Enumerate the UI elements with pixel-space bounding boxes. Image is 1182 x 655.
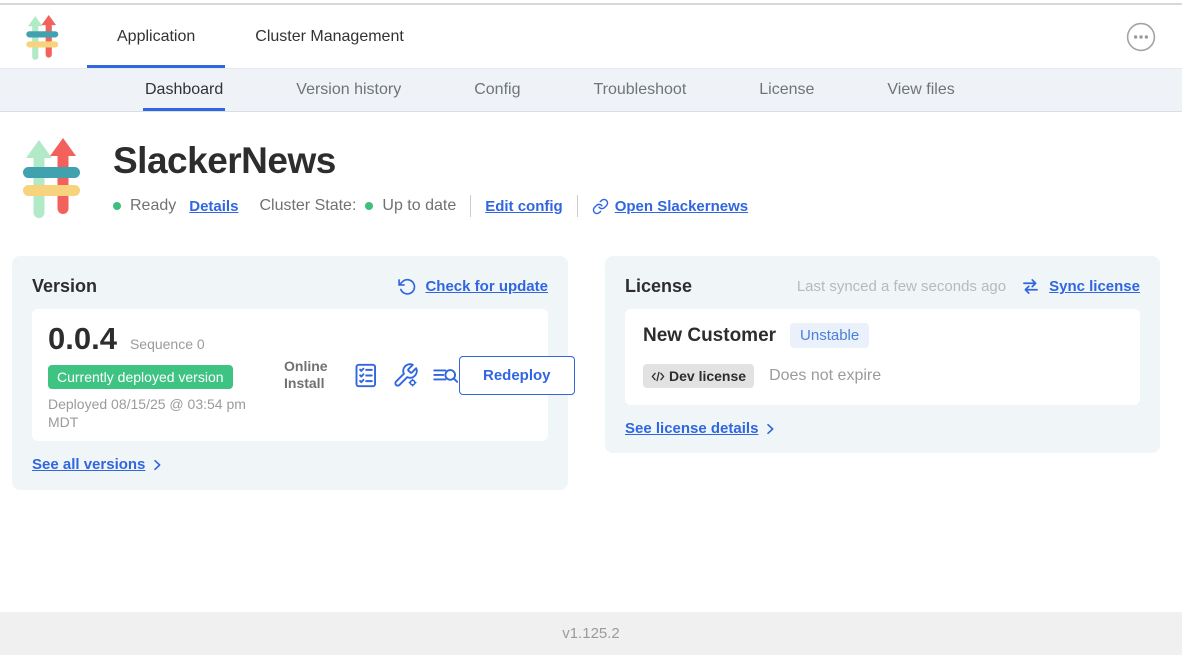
divider (577, 195, 578, 217)
license-expiry-text: Does not expire (769, 367, 881, 385)
app-status-dot-icon (113, 202, 121, 210)
footer: v1.125.2 (0, 612, 1182, 655)
tab-config[interactable]: Config (474, 69, 520, 111)
deployed-timestamp: Deployed 08/15/25 @ 03:54 pm MDT (48, 395, 278, 431)
license-type-badge-label: Dev license (669, 368, 746, 384)
install-type-label: Online Install (284, 358, 338, 393)
cluster-state-dot-icon (365, 202, 373, 210)
preflight-checks-icon[interactable] (352, 362, 379, 389)
app-hero: SlackerNews Ready Details Cluster State:… (0, 112, 1182, 220)
license-card-title: License (625, 276, 692, 297)
tab-version-history[interactable]: Version history (296, 69, 401, 111)
top-nav: Application Cluster Management (0, 5, 1182, 69)
check-for-update-link[interactable]: Check for update (425, 278, 548, 295)
view-logs-icon[interactable] (432, 362, 459, 389)
license-panel: New Customer Unstable Dev license Does n… (625, 309, 1140, 405)
edit-config-link[interactable]: Edit config (485, 198, 563, 215)
divider (470, 195, 471, 217)
config-wrench-icon[interactable] (392, 362, 419, 389)
console-version-text: v1.125.2 (562, 625, 620, 642)
sync-arrows-icon (1020, 276, 1041, 297)
tab-license[interactable]: License (759, 69, 814, 111)
customer-name: New Customer (643, 325, 776, 347)
version-number: 0.0.4 (48, 321, 117, 357)
redeploy-button[interactable]: Redeploy (459, 356, 575, 395)
chevron-right-icon (149, 457, 165, 473)
app-status-row: Ready Details Cluster State: Up to date … (113, 195, 748, 217)
version-card-title: Version (32, 276, 97, 297)
cluster-state-value: Up to date (382, 197, 456, 215)
ellipsis-icon (1126, 22, 1156, 52)
see-all-versions-label: See all versions (32, 456, 145, 473)
tab-view-files[interactable]: View files (887, 69, 954, 111)
version-card: Version Check for update 0.0.4 Sequence … (12, 256, 568, 490)
code-brackets-icon (651, 370, 665, 383)
chain-link-icon (592, 198, 609, 215)
app-sub-nav: Dashboard Version history Config Trouble… (0, 69, 1182, 112)
version-sequence: Sequence 0 (130, 336, 205, 352)
license-type-badge: Dev license (643, 364, 754, 388)
current-version-panel: 0.0.4 Sequence 0 Currently deployed vers… (32, 309, 548, 441)
deployed-badge: Currently deployed version (48, 365, 233, 389)
open-app-link-label: Open Slackernews (615, 198, 748, 215)
channel-badge: Unstable (790, 323, 869, 348)
status-details-link[interactable]: Details (189, 198, 238, 215)
page-title: SlackerNews (113, 140, 748, 182)
top-nav-tabs: Application Cluster Management (87, 5, 434, 68)
tab-cluster-management[interactable]: Cluster Management (225, 5, 434, 68)
open-app-link[interactable]: Open Slackernews (592, 198, 748, 215)
see-license-details-link[interactable]: See license details (625, 420, 778, 437)
tab-dashboard[interactable]: Dashboard (145, 69, 223, 111)
tab-troubleshoot[interactable]: Troubleshoot (593, 69, 686, 111)
sync-license-link[interactable]: Sync license (1049, 278, 1140, 295)
overflow-menu-button[interactable] (1126, 22, 1156, 52)
app-logo-large-icon (22, 138, 80, 220)
see-all-versions-link[interactable]: See all versions (32, 456, 165, 473)
cluster-state-label: Cluster State: (259, 197, 356, 215)
check-update-icon (397, 277, 417, 297)
dashboard-cards: Version Check for update 0.0.4 Sequence … (12, 256, 1160, 490)
license-card: License Last synced a few seconds ago Sy… (605, 256, 1160, 453)
chevron-right-icon (762, 421, 778, 437)
app-logo-icon (22, 15, 62, 61)
last-synced-text: Last synced a few seconds ago (797, 278, 1006, 295)
tab-application[interactable]: Application (87, 5, 225, 68)
app-status-text: Ready (130, 197, 176, 215)
see-license-details-label: See license details (625, 420, 758, 437)
